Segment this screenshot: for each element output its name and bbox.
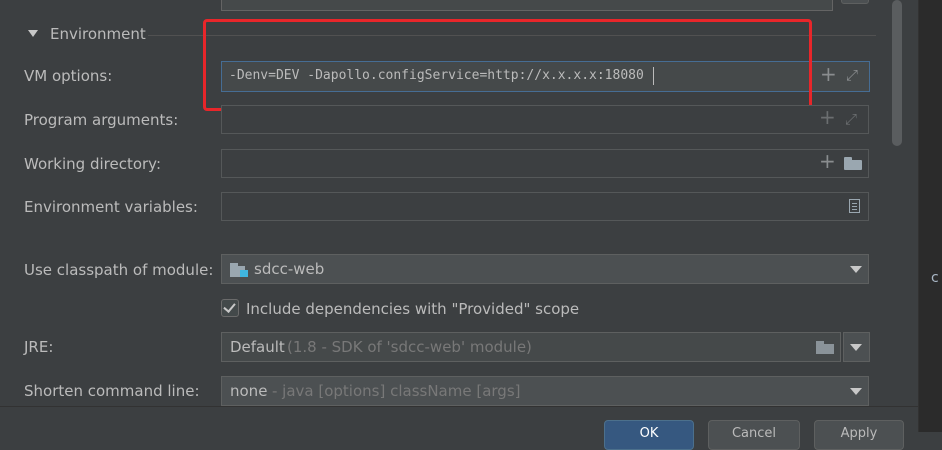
scrollbar-thumb[interactable] [892,0,902,146]
expand-icon[interactable]: ⤢ [846,67,858,84]
previous-field-button[interactable] [841,0,869,4]
shorten-command-line-value: none [230,382,268,400]
program-arguments-label: Program arguments: [24,111,179,129]
right-pane-text: c [931,270,939,286]
annotation-highlight-box [203,19,812,111]
folder-icon[interactable] [816,341,834,354]
chevron-down-icon[interactable] [850,266,862,273]
include-dependencies-checkbox[interactable] [221,299,239,317]
classpath-module-label: Use classpath of module: [24,261,214,279]
classpath-module-dropdown[interactable]: sdcc-web [221,254,869,284]
jre-hint: (1.8 - SDK of 'sdcc-web' module) [287,338,532,356]
document-icon[interactable] [849,199,860,213]
environment-variables-field[interactable] [221,192,869,221]
working-directory-label: Working directory: [24,155,162,173]
vm-options-label: VM options: [24,67,113,85]
classpath-module-value: sdcc-web [254,260,325,278]
collapse-triangle-icon [28,30,38,37]
jre-field[interactable]: Default (1.8 - SDK of 'sdcc-web' module) [221,332,841,362]
program-arguments-field[interactable]: + ⤢ [221,105,869,134]
expand-icon[interactable]: ⤢ [845,111,857,128]
cancel-button[interactable]: Cancel [708,420,800,450]
section-title: Environment [50,25,146,43]
plus-icon[interactable]: + [819,151,836,171]
jre-dropdown-button[interactable] [843,332,870,362]
include-dependencies-label[interactable]: Include dependencies with "Provided" sco… [246,300,579,318]
jre-label: JRE: [24,338,54,356]
right-editor-pane: c [918,0,942,432]
previous-field[interactable] [221,0,833,11]
checkbox-checked-icon [223,300,236,313]
module-folder-icon [230,263,248,277]
apply-button[interactable]: Apply [814,420,904,450]
environment-variables-label: Environment variables: [24,198,198,216]
working-directory-field[interactable]: + [221,149,869,178]
shorten-command-line-hint: - java [options] className [args] [272,382,521,400]
chevron-down-icon[interactable] [850,388,862,395]
folder-icon[interactable] [844,157,862,170]
plus-icon[interactable]: + [820,64,837,84]
jre-value: Default [230,338,285,356]
chevron-down-icon [850,344,862,351]
plus-icon[interactable]: + [819,107,836,127]
ok-button[interactable]: OK [604,420,694,450]
shorten-command-line-dropdown[interactable]: none - java [options] className [args] [221,376,869,406]
shorten-command-line-label: Shorten command line: [24,382,200,400]
